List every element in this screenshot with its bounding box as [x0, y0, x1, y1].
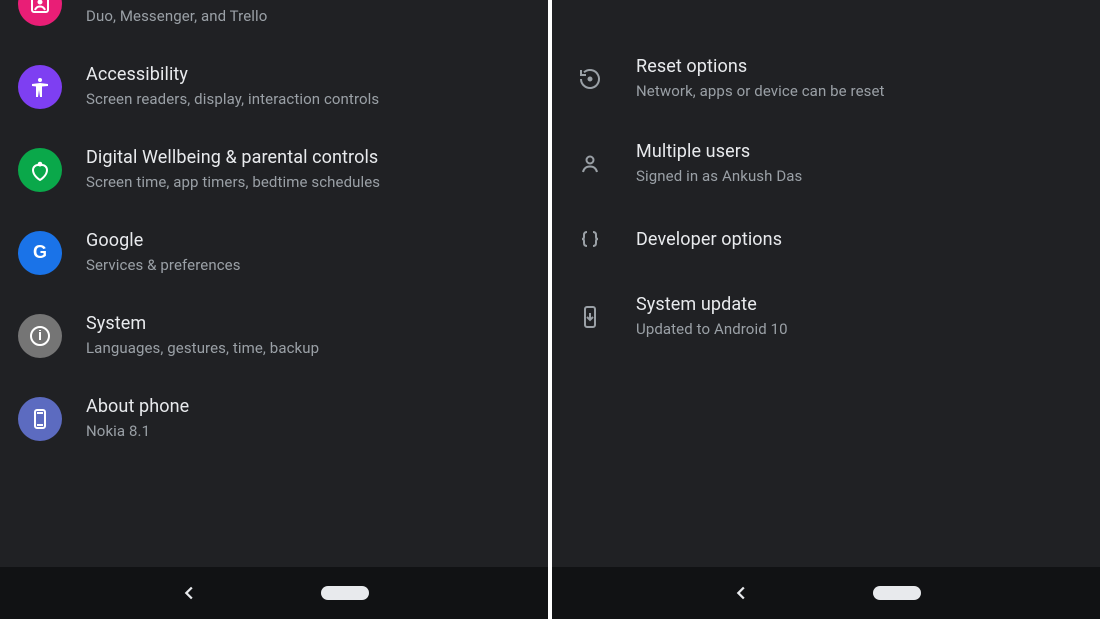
item-title: Accessibility [86, 64, 379, 87]
navigation-bar [552, 567, 1100, 619]
item-title: Google [86, 230, 241, 253]
item-title: Developer options [636, 229, 782, 252]
item-subtitle: Screen readers, display, interaction con… [86, 90, 379, 110]
settings-list[interactable]: Accounts Duo, Messenger, and Trello Acce… [0, 0, 548, 460]
text-col: System Languages, gestures, time, backup [86, 313, 319, 358]
about-phone-icon [18, 397, 62, 441]
system-right-panel: Reset options Network, apps or device ca… [552, 0, 1100, 619]
list-item-digital-wellbeing[interactable]: Digital Wellbeing & parental controls Sc… [0, 128, 548, 211]
item-title: About phone [86, 396, 189, 419]
list-item-google[interactable]: G Google Services & preferences [0, 211, 548, 294]
list-item-about-phone[interactable]: About phone Nokia 8.1 [0, 377, 548, 460]
settings-left-panel: Accounts Duo, Messenger, and Trello Acce… [0, 0, 548, 619]
text-col: Digital Wellbeing & parental controls Sc… [86, 147, 380, 192]
text-col: Google Services & preferences [86, 230, 241, 275]
text-col: About phone Nokia 8.1 [86, 396, 189, 441]
item-title: Digital Wellbeing & parental controls [86, 147, 380, 170]
item-subtitle: Services & preferences [86, 256, 241, 276]
nav-home-pill[interactable] [321, 586, 369, 600]
item-title: System update [636, 294, 788, 317]
item-subtitle: Screen time, app timers, bedtime schedul… [86, 173, 380, 193]
list-item-accessibility[interactable]: Accessibility Screen readers, display, i… [0, 45, 548, 128]
text-col: Reset options Network, apps or device ca… [636, 56, 885, 101]
list-item-system[interactable]: System Languages, gestures, time, backup [0, 294, 548, 377]
item-title: Accounts [86, 0, 267, 4]
item-subtitle: Languages, gestures, time, backup [86, 339, 319, 359]
item-subtitle: Duo, Messenger, and Trello [86, 7, 267, 27]
system-list[interactable]: Reset options Network, apps or device ca… [552, 36, 1100, 359]
accounts-icon [18, 0, 62, 26]
text-col: Multiple users Signed in as Ankush Das [636, 141, 802, 186]
list-item-accounts[interactable]: Accounts Duo, Messenger, and Trello [0, 0, 548, 45]
item-title: System [86, 313, 319, 336]
svg-text:G: G [33, 242, 47, 262]
item-subtitle: Nokia 8.1 [86, 422, 189, 442]
wellbeing-icon [18, 148, 62, 192]
list-item-multiple-users[interactable]: Multiple users Signed in as Ankush Das [552, 121, 1100, 206]
text-col: Accessibility Screen readers, display, i… [86, 64, 379, 109]
person-icon [576, 150, 604, 178]
nav-back-button[interactable] [179, 582, 201, 604]
text-col: Developer options [636, 229, 782, 252]
system-icon [18, 314, 62, 358]
item-title: Reset options [636, 56, 885, 79]
nav-back-button[interactable] [731, 582, 753, 604]
text-col: System update Updated to Android 10 [636, 294, 788, 339]
item-subtitle: Network, apps or device can be reset [636, 82, 885, 102]
item-subtitle: Updated to Android 10 [636, 320, 788, 340]
list-item-developer-options[interactable]: Developer options [552, 206, 1100, 274]
google-icon: G [18, 231, 62, 275]
list-item-reset-options[interactable]: Reset options Network, apps or device ca… [552, 36, 1100, 121]
braces-icon [576, 226, 604, 254]
navigation-bar [0, 567, 548, 619]
item-subtitle: Signed in as Ankush Das [636, 167, 802, 187]
reset-icon [576, 65, 604, 93]
item-title: Multiple users [636, 141, 802, 164]
text-col: Accounts Duo, Messenger, and Trello [86, 0, 267, 26]
system-update-icon [576, 303, 604, 331]
accessibility-icon [18, 65, 62, 109]
nav-home-pill[interactable] [873, 586, 921, 600]
list-item-system-update[interactable]: System update Updated to Android 10 [552, 274, 1100, 359]
